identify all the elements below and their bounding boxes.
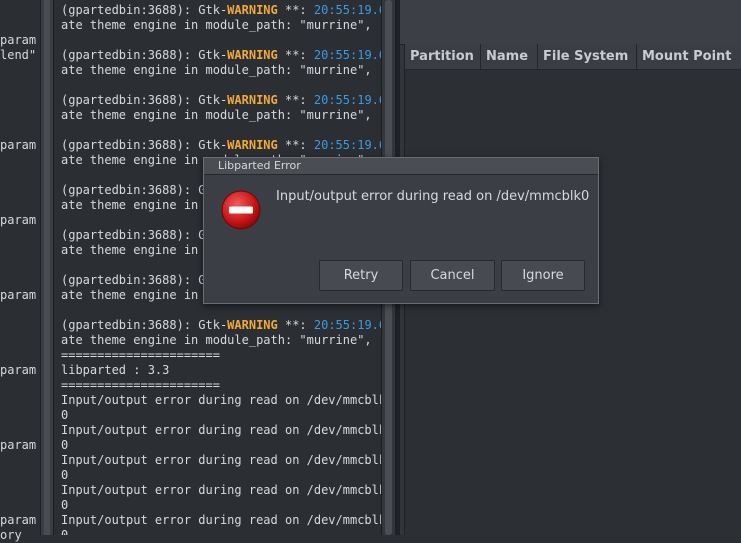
terminal-line: ate theme engine in module_path: "murrin… [61,63,372,77]
column-header-name[interactable]: Name [481,44,538,70]
terminal-line: Input/output error during read on /dev/m… [61,483,381,497]
terminal-fragment: param [0,33,37,47]
terminal-line: (gpartedbin:3688): Gtk-WARNING **: 20:55… [61,48,381,62]
terminal-line: ate theme engine in m [61,198,213,212]
terminal-line: 0 [61,438,69,452]
terminal-line: 0 [61,408,69,422]
terminal-fragment: param [0,438,37,452]
column-header-partition[interactable]: Partition [405,44,481,70]
terminal-fragment: param [0,138,37,152]
column-header-file-system[interactable]: File System [538,44,637,70]
terminal-line: ate theme engine in module_path: "murrin… [61,108,372,122]
ignore-button[interactable]: Ignore [501,260,585,291]
terminal-line: (gpartedbin:3688): G [61,183,206,197]
retry-button[interactable]: Retry [319,260,403,291]
dialog-message: Input/output error during read on /dev/m… [276,189,590,204]
terminal-fragment: param [0,513,37,527]
terminal-line: Input/output error during read on /dev/m… [61,513,381,527]
terminal-line: ====================== [61,378,220,392]
terminal-line: ====================== [61,348,220,362]
libparted-error-dialog: Libparted Error Input/output error durin… [203,157,599,304]
dialog-titlebar[interactable]: Libparted Error [204,158,598,175]
terminal-line: Input/output error during read on /dev/m… [61,393,381,407]
terminal-fragment: param [0,213,37,227]
terminal-line: 0 [61,528,69,535]
terminal-fragment: param [0,288,37,302]
cancel-button[interactable]: Cancel [410,260,495,291]
terminal-line: 0 [61,468,69,482]
column-header-mount-point[interactable]: Mount Point [637,44,741,70]
terminal-line: libparted : 3.3 [61,363,170,377]
terminal-fragment: param [0,363,37,377]
terminal-fragment: ory [0,528,22,542]
pane-separator[interactable] [40,0,54,535]
terminal-line: (gpartedbin:3688): Gtk-WARNING **: 20:55… [61,3,381,17]
terminal-line: (gpartedbin:3688): Gtk-WARNING **: 20:55… [61,318,381,332]
terminal-line: ate theme engine in m [61,243,213,257]
partition-table-header: Partition Name File System Mount Point [405,44,741,70]
terminal-line: Input/output error during read on /dev/m… [61,423,381,437]
terminal-line: (gpartedbin:3688): G [61,228,206,242]
terminal-line: ate theme engine in module_path: "murrin… [61,18,372,32]
terminal-line: (gpartedbin:3688): Gtk-WARNING **: 20:55… [61,138,381,152]
terminal-line: ate theme engine in module_path: "murrin… [61,333,372,347]
terminal-line: (gpartedbin:3688): G [61,273,206,287]
pane-separator-handle[interactable] [44,0,50,535]
terminal-line: (gpartedbin:3688): Gtk-WARNING **: 20:55… [61,93,381,107]
terminal-line: ate theme engine in m [61,288,213,302]
gparted-toolbar-area [400,0,741,45]
error-icon [221,190,261,230]
background-terminal-pane: param lend" param param param param para… [0,0,40,542]
terminal-fragment: lend" [0,48,37,62]
terminal-line: 0 [61,498,69,512]
terminal-line: Input/output error during read on /dev/m… [61,453,381,467]
dialog-title: Libparted Error [218,159,301,172]
